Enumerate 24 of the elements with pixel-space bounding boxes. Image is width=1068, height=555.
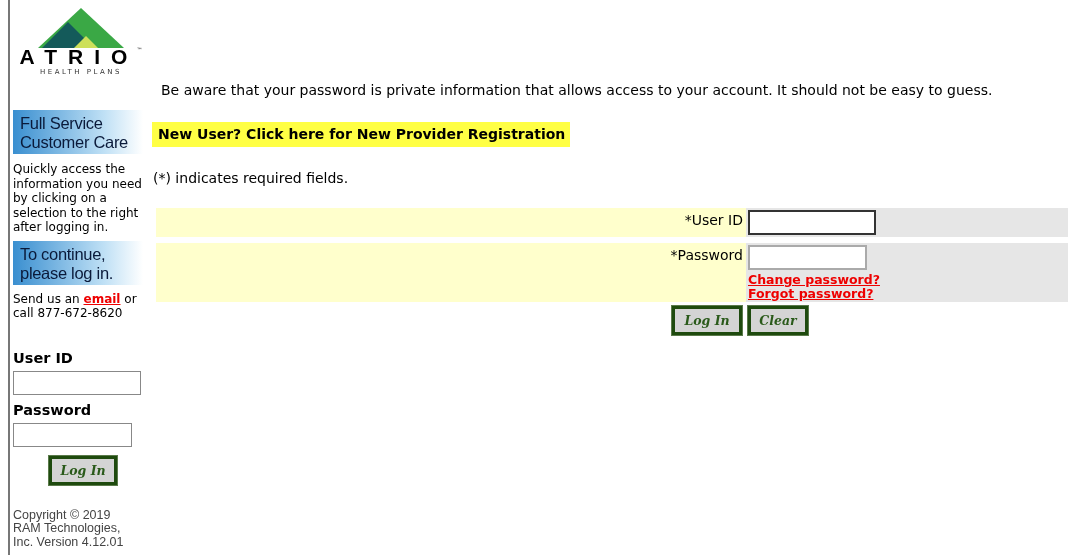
password-label: *Password — [156, 243, 746, 302]
password-link[interactable]: Forgot password? — [748, 286, 874, 300]
customer-care-banner: Full Service Customer Care — [13, 110, 143, 154]
password-label: Password — [13, 400, 93, 419]
user-id-label: User ID — [13, 348, 74, 367]
logo-name: ATRIO — [19, 46, 139, 68]
registration-link[interactable]: New User? Click here for New Provider Registration — [152, 122, 571, 147]
intro-text: Quickly access the information you need by clicking on a selection to the right after logging in. — [13, 162, 143, 235]
contact-text: Send us an email or call 877-672-8620 — [13, 291, 138, 321]
password-field[interactable] — [748, 245, 867, 270]
user-id-field[interactable] — [13, 370, 141, 395]
clear-button[interactable]: Clear — [748, 306, 808, 335]
copyright-text: Copyright © 2019 RAM Technologies, Inc. Version 4.12.01 — [13, 508, 125, 549]
password-notice: Be aware that your password is private information that allows access to your account. It should not be easy to guess. — [161, 82, 994, 98]
user-id-label: *User ID — [156, 208, 746, 237]
user-id-field[interactable] — [748, 210, 876, 235]
password-field[interactable] — [13, 422, 132, 447]
required-fields-note: (*) indicates required fields. — [153, 170, 350, 186]
mountain-logo-icon — [38, 8, 124, 48]
password-link[interactable]: Change password? — [748, 273, 880, 287]
login-prompt-banner: To continue, please log in. — [13, 240, 143, 285]
log-in-button[interactable]: Log In — [49, 455, 117, 485]
email-link[interactable]: email — [83, 291, 121, 306]
log-in-button[interactable]: Log In — [672, 306, 742, 335]
